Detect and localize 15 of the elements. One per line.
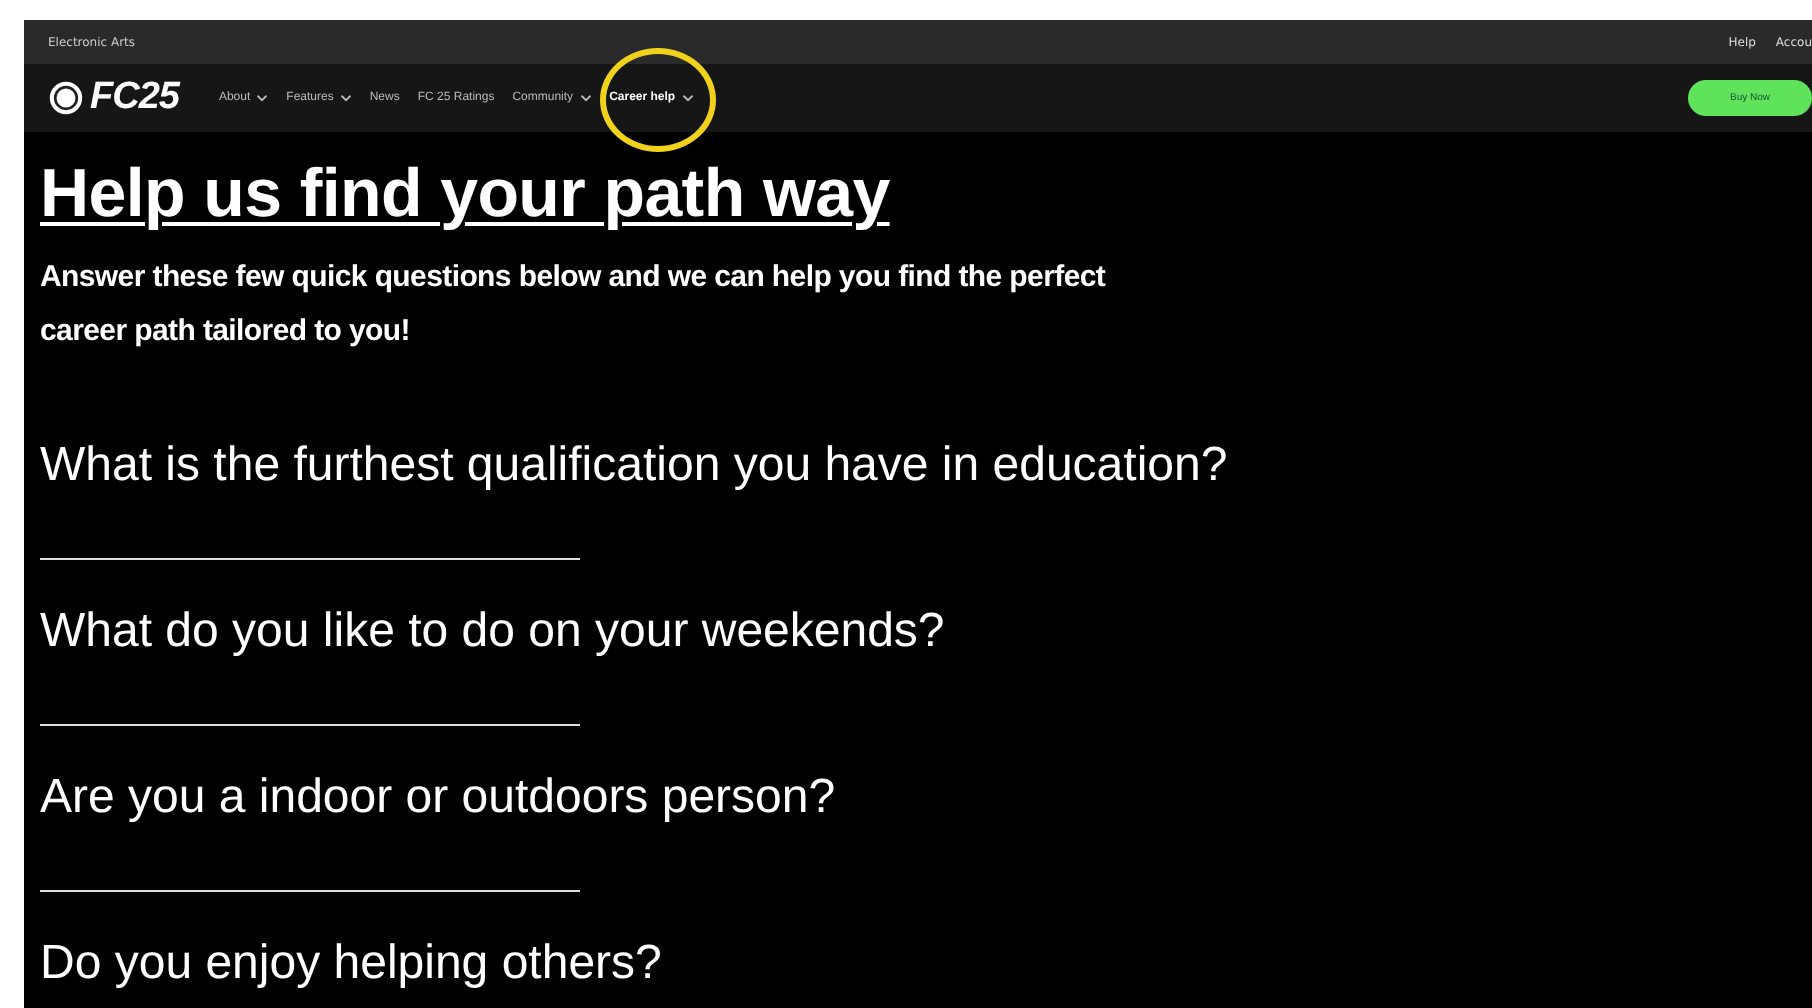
fill-in-line[interactable] (40, 890, 580, 892)
circle-logo-icon[interactable] (48, 80, 84, 116)
intro-text: Answer these few quick questions below and we can help you find the perfect career path tailored to you! (40, 258, 1108, 352)
question-text: Do you enjoy helping others? (40, 936, 662, 992)
logo-text[interactable]: FC25 (90, 76, 179, 120)
question-text: What is the furthest qualification you have in education? (40, 438, 1228, 494)
question-text: Are you a indoor or outdoors person? (40, 770, 836, 826)
caret-icon (579, 94, 592, 102)
fill-in-line[interactable] (40, 558, 580, 560)
caret-icon (339, 94, 352, 102)
question-text: What do you like to do on your weekends? (40, 604, 945, 660)
fill-in-line[interactable] (40, 724, 580, 726)
page-heading: Help us find your path way (40, 156, 890, 234)
caret-icon (256, 94, 269, 102)
caret-icon (681, 94, 694, 102)
